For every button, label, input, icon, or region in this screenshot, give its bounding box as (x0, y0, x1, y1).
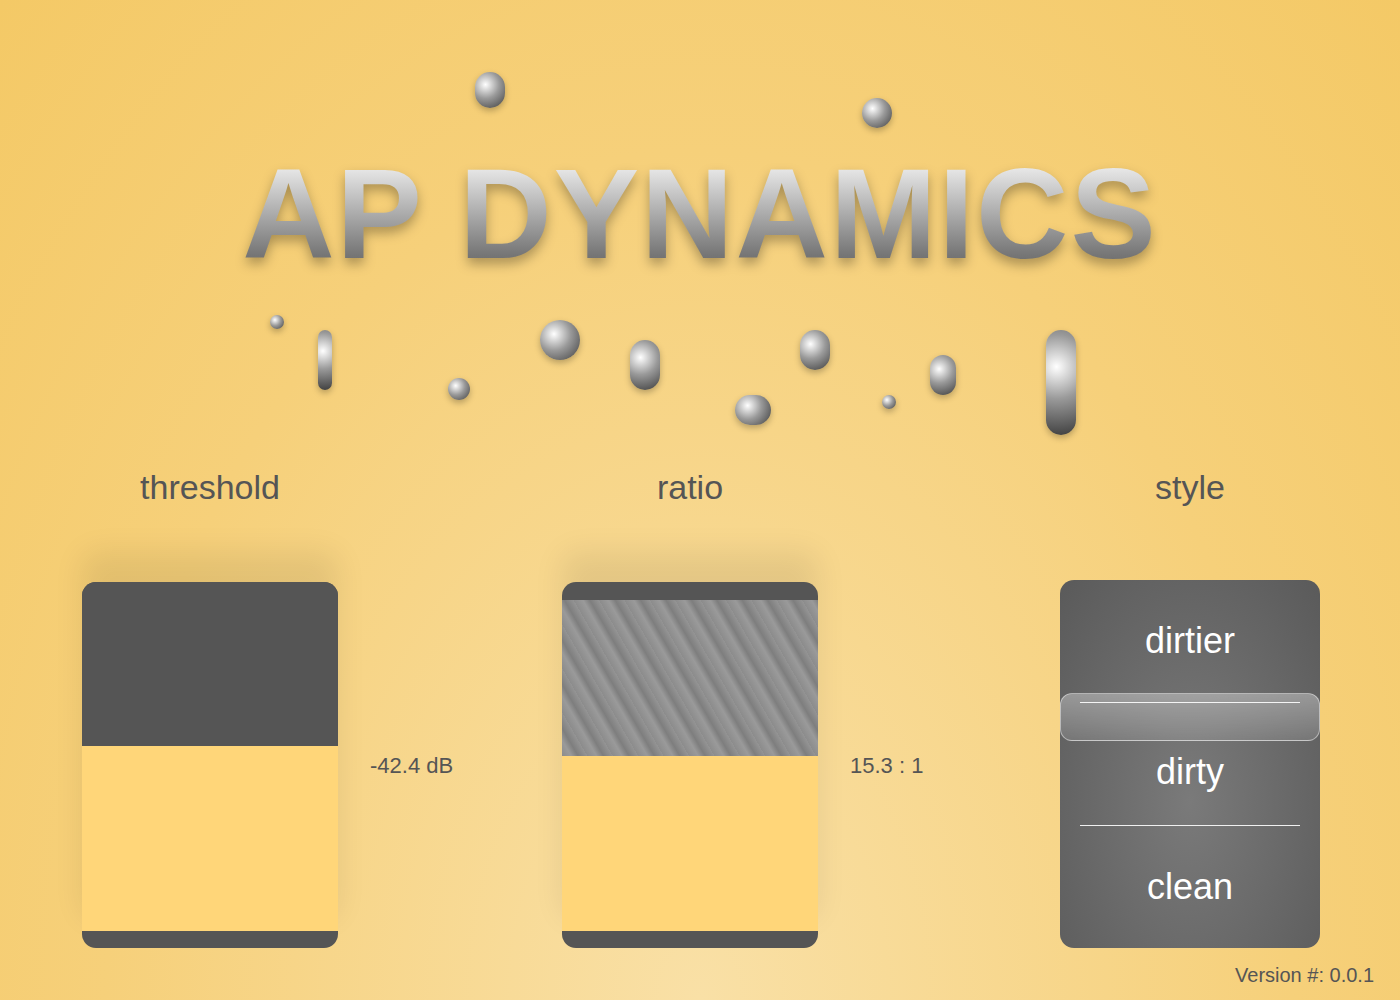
version-label: Version #: 0.0.1 (1235, 960, 1374, 990)
selection-pill (1060, 693, 1320, 741)
control: threshold -42.4 dB (82, 465, 562, 948)
control-reading: -42.4 dB (370, 749, 453, 782)
control-label: threshold (140, 465, 280, 509)
style-option[interactable]: clean (1080, 825, 1300, 948)
control-label: ratio (657, 465, 723, 509)
fader-fill (562, 756, 818, 931)
logo-title: AP DYNAMICS (242, 150, 1158, 440)
style-option-label: dirtier (1145, 614, 1235, 668)
style-option-label: dirty (1156, 729, 1224, 799)
fader-track (82, 582, 338, 746)
style-selector[interactable]: dirtier dirty clean (1060, 580, 1320, 948)
control-label: style (1155, 465, 1225, 509)
plugin-window: AP DYNAMICS threshold -42.4 dB ratio 15.3 : … (0, 0, 1400, 1000)
logo: AP DYNAMICS (0, 0, 1400, 440)
fader[interactable] (562, 582, 818, 948)
drip-icon (862, 98, 892, 128)
control: ratio 15.3 : 1 (562, 465, 1042, 948)
style-control: style dirtier dirty clean (1060, 465, 1320, 948)
fader-track (562, 600, 818, 756)
drip-icon (475, 72, 505, 108)
control-reading: 15.3 : 1 (850, 749, 923, 782)
fader[interactable] (82, 582, 338, 948)
style-option[interactable]: dirty (1080, 702, 1300, 825)
style-option-label: clean (1147, 860, 1233, 914)
fader-fill (82, 746, 338, 931)
style-option[interactable]: dirtier (1080, 580, 1300, 702)
